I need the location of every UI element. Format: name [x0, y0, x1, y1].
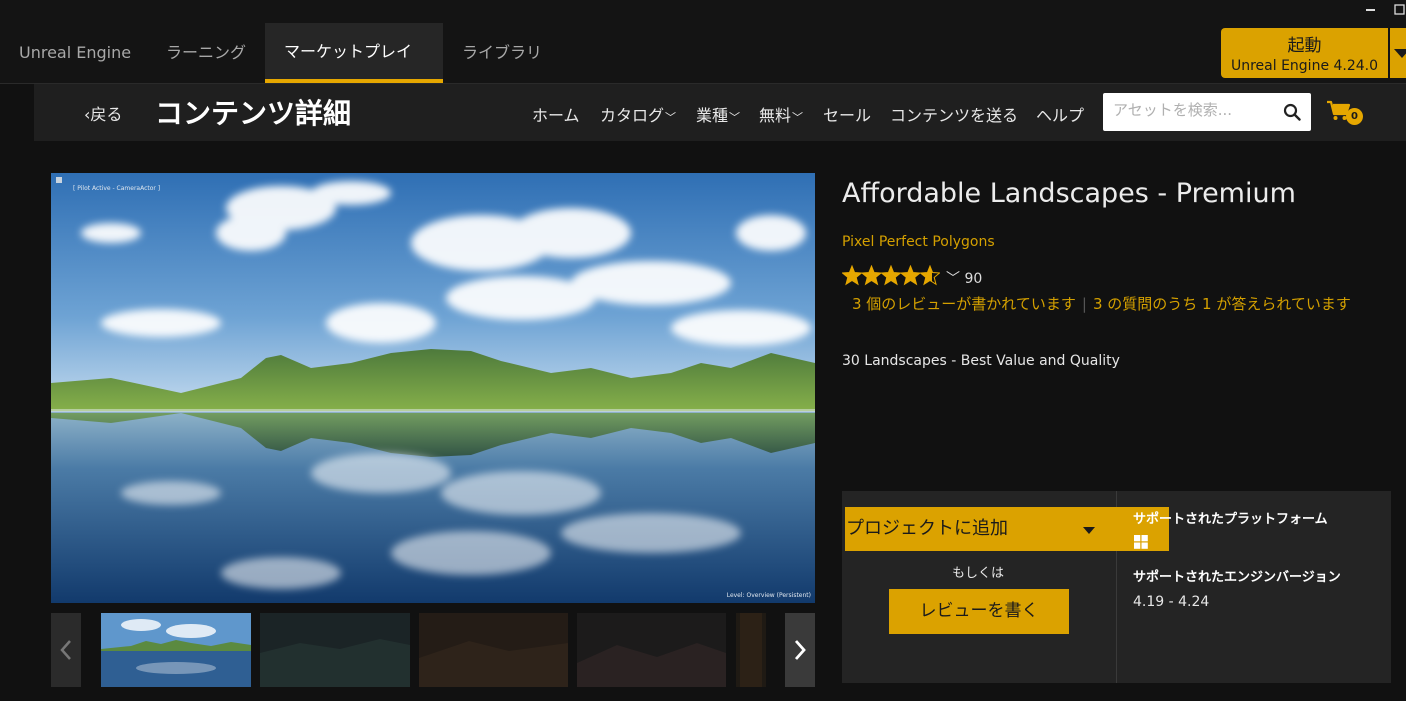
- add-to-project-label: プロジェクトに追加: [846, 518, 1008, 539]
- thumbnail-5[interactable]: [736, 613, 766, 687]
- thumbnail-3[interactable]: [419, 613, 568, 687]
- launch-button[interactable]: 起動 Unreal Engine 4.24.0: [1221, 28, 1388, 78]
- platforms-heading: サポートされたプラットフォーム: [1133, 512, 1328, 527]
- chevron-right-icon: [794, 640, 806, 660]
- minimize-icon[interactable]: [1366, 4, 1376, 18]
- tab-unreal-engine[interactable]: Unreal Engine: [0, 23, 150, 83]
- nav-industry-label: 業種: [696, 106, 729, 125]
- nav-help[interactable]: ヘルプ: [1036, 102, 1084, 126]
- thumbnail-prev-button[interactable]: [51, 613, 81, 687]
- star-half-icon: [919, 265, 940, 286]
- thumbnail-image: [260, 613, 410, 687]
- back-link[interactable]: ‹戻る: [84, 101, 122, 125]
- reviews-summary: 3 個のレビューが書かれています | 3 の質問のうち 1 が答えられています: [852, 293, 1387, 316]
- chevron-down-icon: ﹀: [665, 111, 677, 124]
- windows-icon: [1134, 535, 1148, 549]
- rating-stars[interactable]: [842, 265, 940, 287]
- thumbnail-2[interactable]: [260, 613, 410, 687]
- launch-options-chevron-down-icon[interactable]: [1390, 28, 1406, 78]
- thumbnail-4[interactable]: [577, 613, 726, 687]
- star-icon: [880, 265, 902, 286]
- star-icon: [899, 265, 922, 286]
- launch-label: 起動: [1287, 36, 1322, 56]
- thumbnail-image: [577, 613, 726, 687]
- thumbnail-image: [419, 613, 568, 687]
- separator: |: [1081, 295, 1087, 313]
- launcher-bar: Unreal Engine ラーニング マーケットプレイス ライブラリ 起動 U…: [0, 0, 1406, 119]
- viewport-icon: [56, 177, 62, 183]
- launch-version: Unreal Engine 4.24.0: [1230, 58, 1379, 74]
- nav-industry[interactable]: 業種﹀: [696, 102, 740, 126]
- thumbnail-image: [736, 613, 766, 687]
- tab-library[interactable]: ライブラリ: [443, 23, 561, 83]
- chevron-left-icon: [60, 640, 71, 660]
- thumbnail-next-button[interactable]: [785, 613, 815, 687]
- marketplace-header: ‹戻る コンテンツ詳細 ホーム カタログ﹀ 業種﹀ 無料﹀ セール コンテンツを…: [34, 84, 1406, 141]
- maximize-icon[interactable]: [1394, 4, 1406, 19]
- nav-home[interactable]: ホーム: [532, 102, 580, 126]
- rating-count: 90: [964, 271, 983, 287]
- product-title: Affordable Landscapes - Premium: [842, 178, 1296, 209]
- thumbnail-1[interactable]: [101, 613, 251, 687]
- engine-versions-value: 4.19 - 4.24: [1133, 594, 1210, 610]
- rating-dropdown[interactable]: ﹀ 90: [946, 268, 982, 288]
- purchase-panel: プロジェクトに追加 もしくは レビューを書く サポートされたプラットフォーム サ…: [842, 491, 1391, 683]
- product-tagline: 30 Landscapes - Best Value and Quality: [842, 353, 1120, 369]
- star-icon: [842, 265, 863, 286]
- star-icon: [860, 265, 883, 286]
- viewport-caption: [ Pilot Active - CameraActor ]: [73, 185, 161, 192]
- search-box: [1103, 93, 1311, 131]
- chevron-down-icon: ﹀: [946, 271, 960, 287]
- chevron-down-icon: ﹀: [729, 111, 741, 124]
- level-caption: Level: Overview (Persistent): [726, 592, 811, 599]
- cart-count-badge: 0: [1346, 108, 1363, 125]
- seller-link[interactable]: Pixel Perfect Polygons: [842, 234, 995, 250]
- or-label: もしくは: [952, 566, 1005, 581]
- nav-catalog[interactable]: カタログ﹀: [600, 102, 676, 126]
- nav-sale[interactable]: セール: [823, 102, 871, 126]
- nav-catalog-label: カタログ: [600, 106, 665, 125]
- nav-submit-content[interactable]: コンテンツを送る: [890, 102, 1018, 126]
- chevron-down-icon: ﹀: [792, 111, 804, 124]
- search-input[interactable]: [1113, 101, 1273, 119]
- page-title: コンテンツ詳細: [155, 97, 352, 130]
- add-to-project-button[interactable]: プロジェクトに追加: [845, 507, 1169, 551]
- landscape-image: [51, 173, 815, 603]
- tab-learning[interactable]: ラーニング: [147, 23, 265, 83]
- nav-free-label: 無料: [759, 106, 792, 125]
- tab-marketplace[interactable]: マーケットプレイス: [265, 23, 443, 119]
- write-review-button[interactable]: レビューを書く: [889, 589, 1069, 634]
- thumbnail-image: [101, 613, 251, 687]
- chevron-down-icon[interactable]: [1083, 527, 1095, 534]
- reviews-link[interactable]: 3 個のレビューが書かれています: [852, 295, 1076, 313]
- nav-free[interactable]: 無料﹀: [759, 102, 803, 126]
- engine-versions-heading: サポートされたエンジンバージョン: [1133, 570, 1341, 585]
- search-icon[interactable]: [1283, 103, 1301, 121]
- product-hero-image[interactable]: [ Pilot Active - CameraActor ] Level: Ov…: [51, 173, 815, 603]
- questions-link[interactable]: 3 の質問のうち 1 が答えられています: [1093, 295, 1351, 313]
